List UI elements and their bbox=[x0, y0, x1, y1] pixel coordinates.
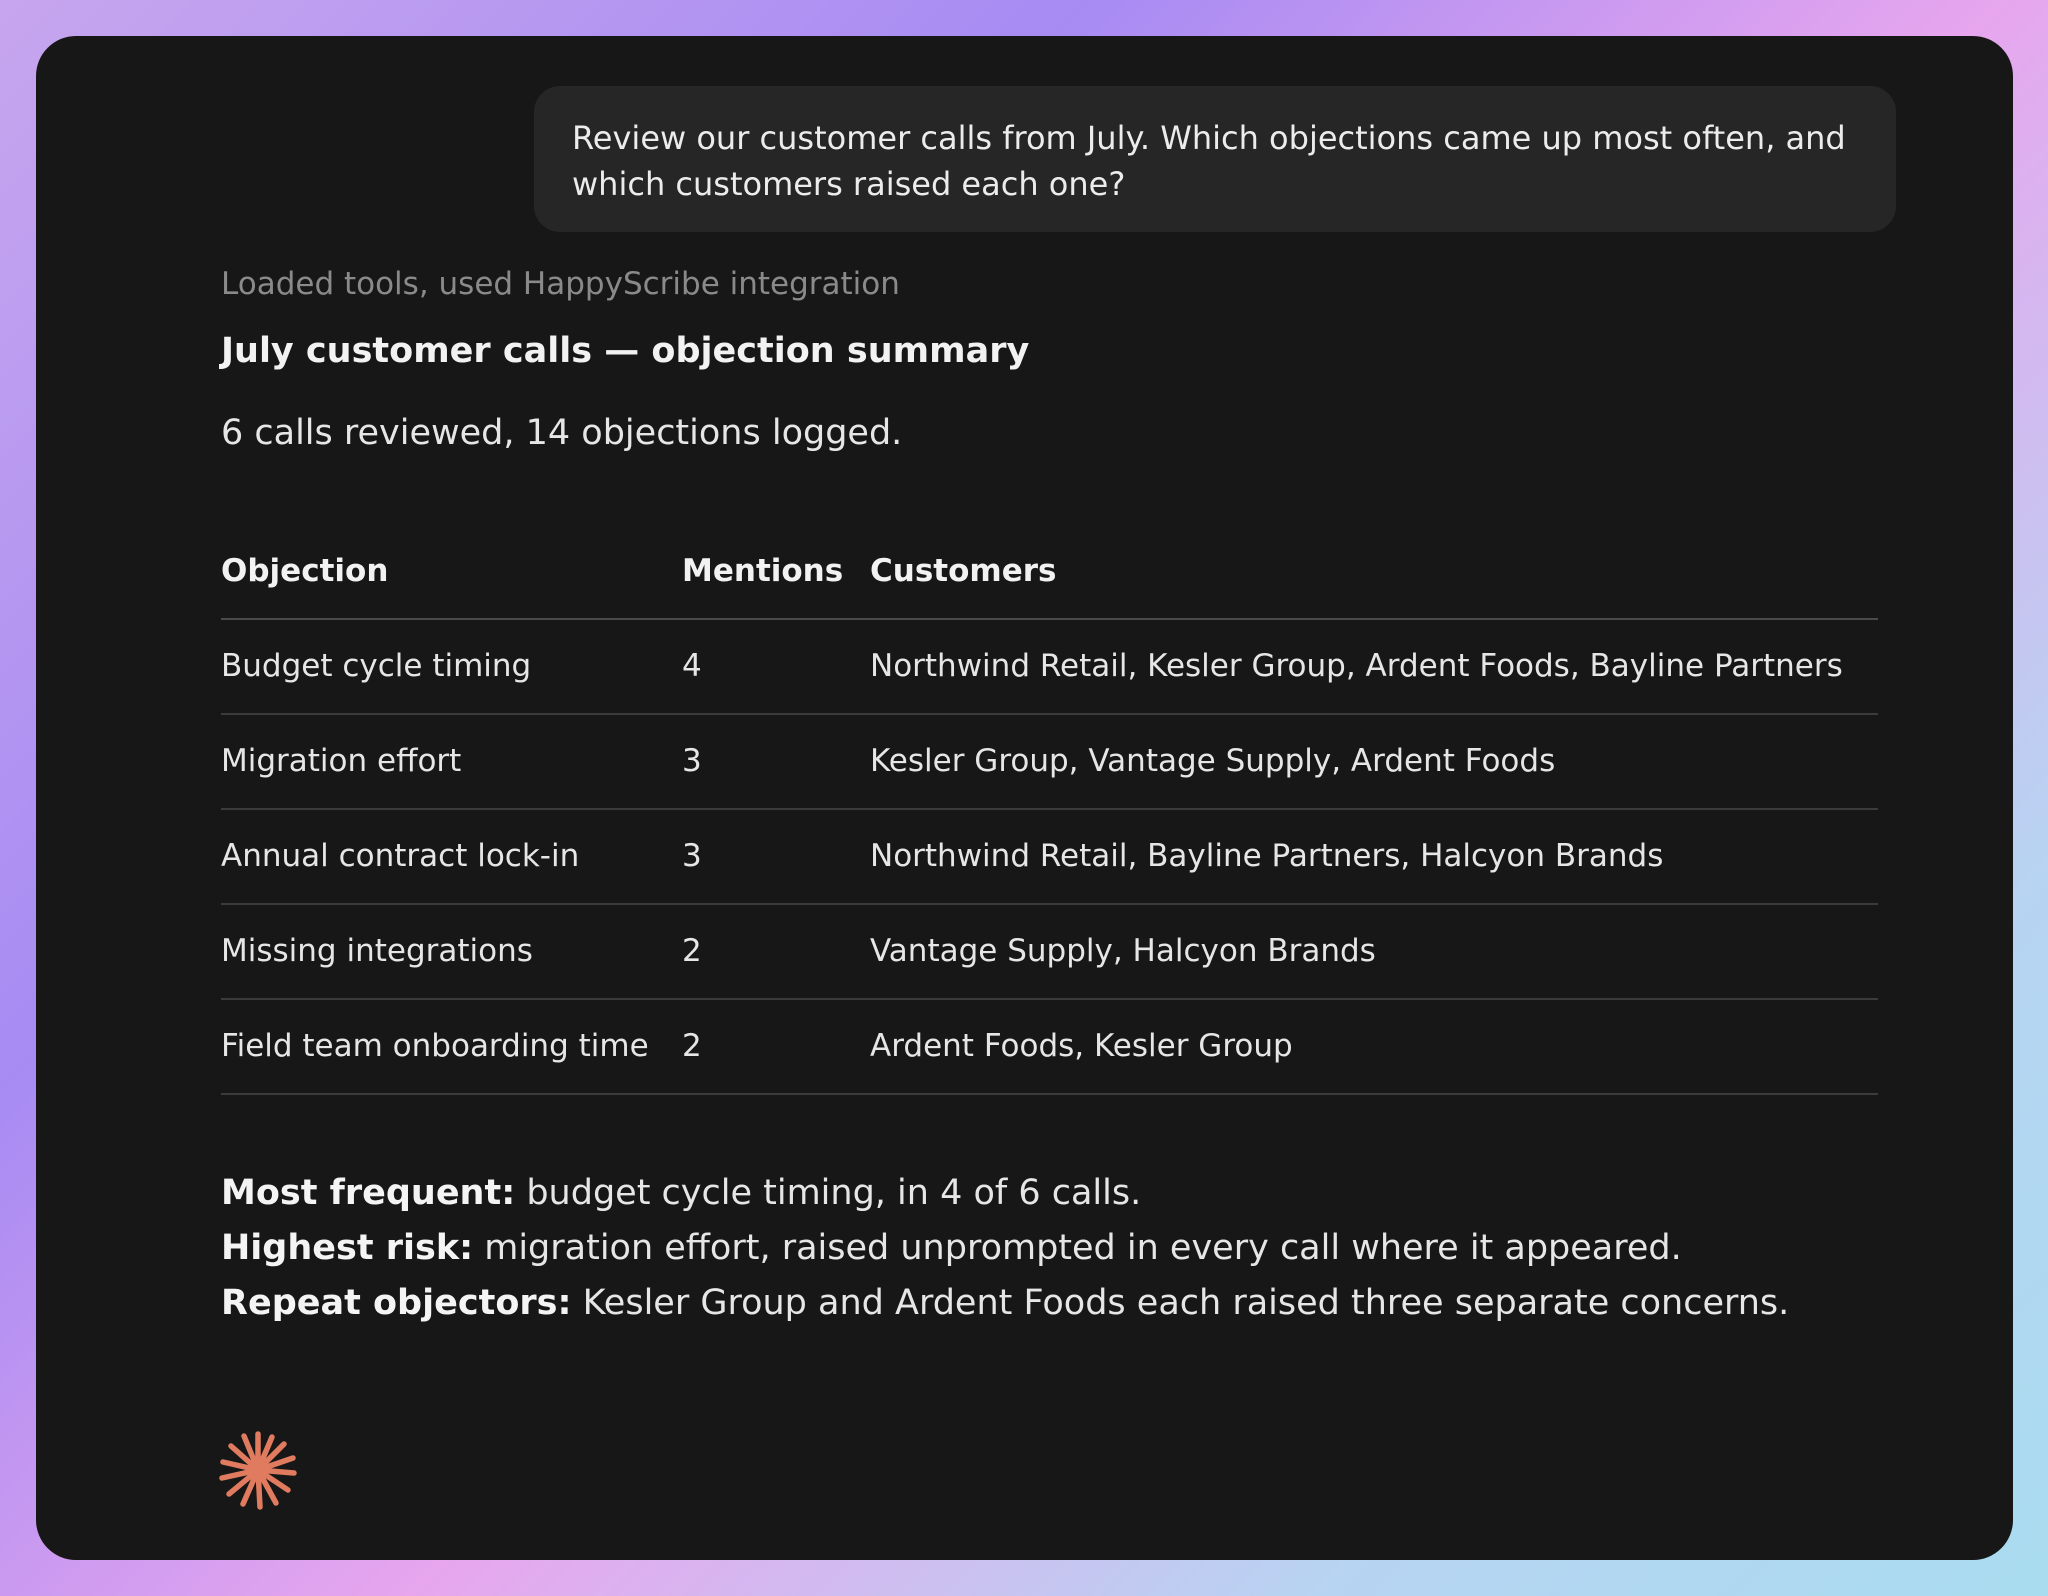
tool-usage-status[interactable]: Loaded tools, used HappyScribe integrati… bbox=[221, 266, 900, 302]
finding-text: migration effort, raised unprompted in e… bbox=[473, 1228, 1682, 1268]
finding-most-frequent: Most frequent: budget cycle timing, in 4… bbox=[221, 1166, 1921, 1221]
finding-text: Kesler Group and Ardent Foods each raise… bbox=[571, 1283, 1790, 1323]
cell-mentions: 2 bbox=[682, 933, 702, 969]
table-row: Migration effort 3 Kesler Group, Vantage… bbox=[221, 715, 1878, 810]
header-objection: Objection bbox=[221, 553, 389, 589]
finding-highest-risk: Highest risk: migration effort, raised u… bbox=[221, 1221, 1921, 1276]
header-customers: Customers bbox=[870, 553, 1057, 589]
finding-text: budget cycle timing, in 4 of 6 calls. bbox=[515, 1173, 1142, 1213]
cell-objection: Migration effort bbox=[221, 743, 462, 779]
response-title: July customer calls — objection summary bbox=[221, 331, 1030, 371]
table-row: Annual contract lock-in 3 Northwind Reta… bbox=[221, 810, 1878, 905]
user-message-text: Review our customer calls from July. Whi… bbox=[572, 119, 1846, 203]
cell-mentions: 3 bbox=[682, 743, 702, 779]
cell-mentions: 4 bbox=[682, 648, 702, 684]
cell-customers: Ardent Foods, Kesler Group bbox=[870, 1028, 1293, 1064]
finding-repeat-objectors: Repeat objectors: Kesler Group and Arden… bbox=[221, 1276, 1921, 1331]
response-summary: 6 calls reviewed, 14 objections logged. bbox=[221, 413, 903, 453]
cell-mentions: 2 bbox=[682, 1028, 702, 1064]
objection-table: Objection Mentions Customers Budget cycl… bbox=[221, 526, 1878, 1095]
user-message-bubble: Review our customer calls from July. Whi… bbox=[534, 86, 1896, 232]
cell-objection: Budget cycle timing bbox=[221, 648, 532, 684]
table-header: Objection Mentions Customers bbox=[221, 526, 1878, 620]
cell-objection: Field team onboarding time bbox=[221, 1028, 649, 1064]
header-mentions: Mentions bbox=[682, 553, 844, 589]
cell-objection: Missing integrations bbox=[221, 933, 533, 969]
table-row: Field team onboarding time 2 Ardent Food… bbox=[221, 1000, 1878, 1095]
cell-mentions: 3 bbox=[682, 838, 702, 874]
finding-label: Highest risk: bbox=[221, 1228, 474, 1268]
cell-customers: Kesler Group, Vantage Supply, Ardent Foo… bbox=[870, 743, 1556, 779]
table-row: Budget cycle timing 4 Northwind Retail, … bbox=[221, 620, 1878, 715]
finding-label: Most frequent: bbox=[221, 1173, 516, 1213]
cell-objection: Annual contract lock-in bbox=[221, 838, 580, 874]
sparkle-burst-icon bbox=[216, 1428, 300, 1512]
cell-customers: Northwind Retail, Bayline Partners, Halc… bbox=[870, 838, 1664, 874]
table-row: Missing integrations 2 Vantage Supply, H… bbox=[221, 905, 1878, 1000]
key-findings: Most frequent: budget cycle timing, in 4… bbox=[221, 1166, 1921, 1331]
cell-customers: Vantage Supply, Halcyon Brands bbox=[870, 933, 1376, 969]
chat-window: Review our customer calls from July. Whi… bbox=[36, 36, 2013, 1560]
cell-customers: Northwind Retail, Kesler Group, Ardent F… bbox=[870, 648, 1843, 684]
finding-label: Repeat objectors: bbox=[221, 1283, 572, 1323]
